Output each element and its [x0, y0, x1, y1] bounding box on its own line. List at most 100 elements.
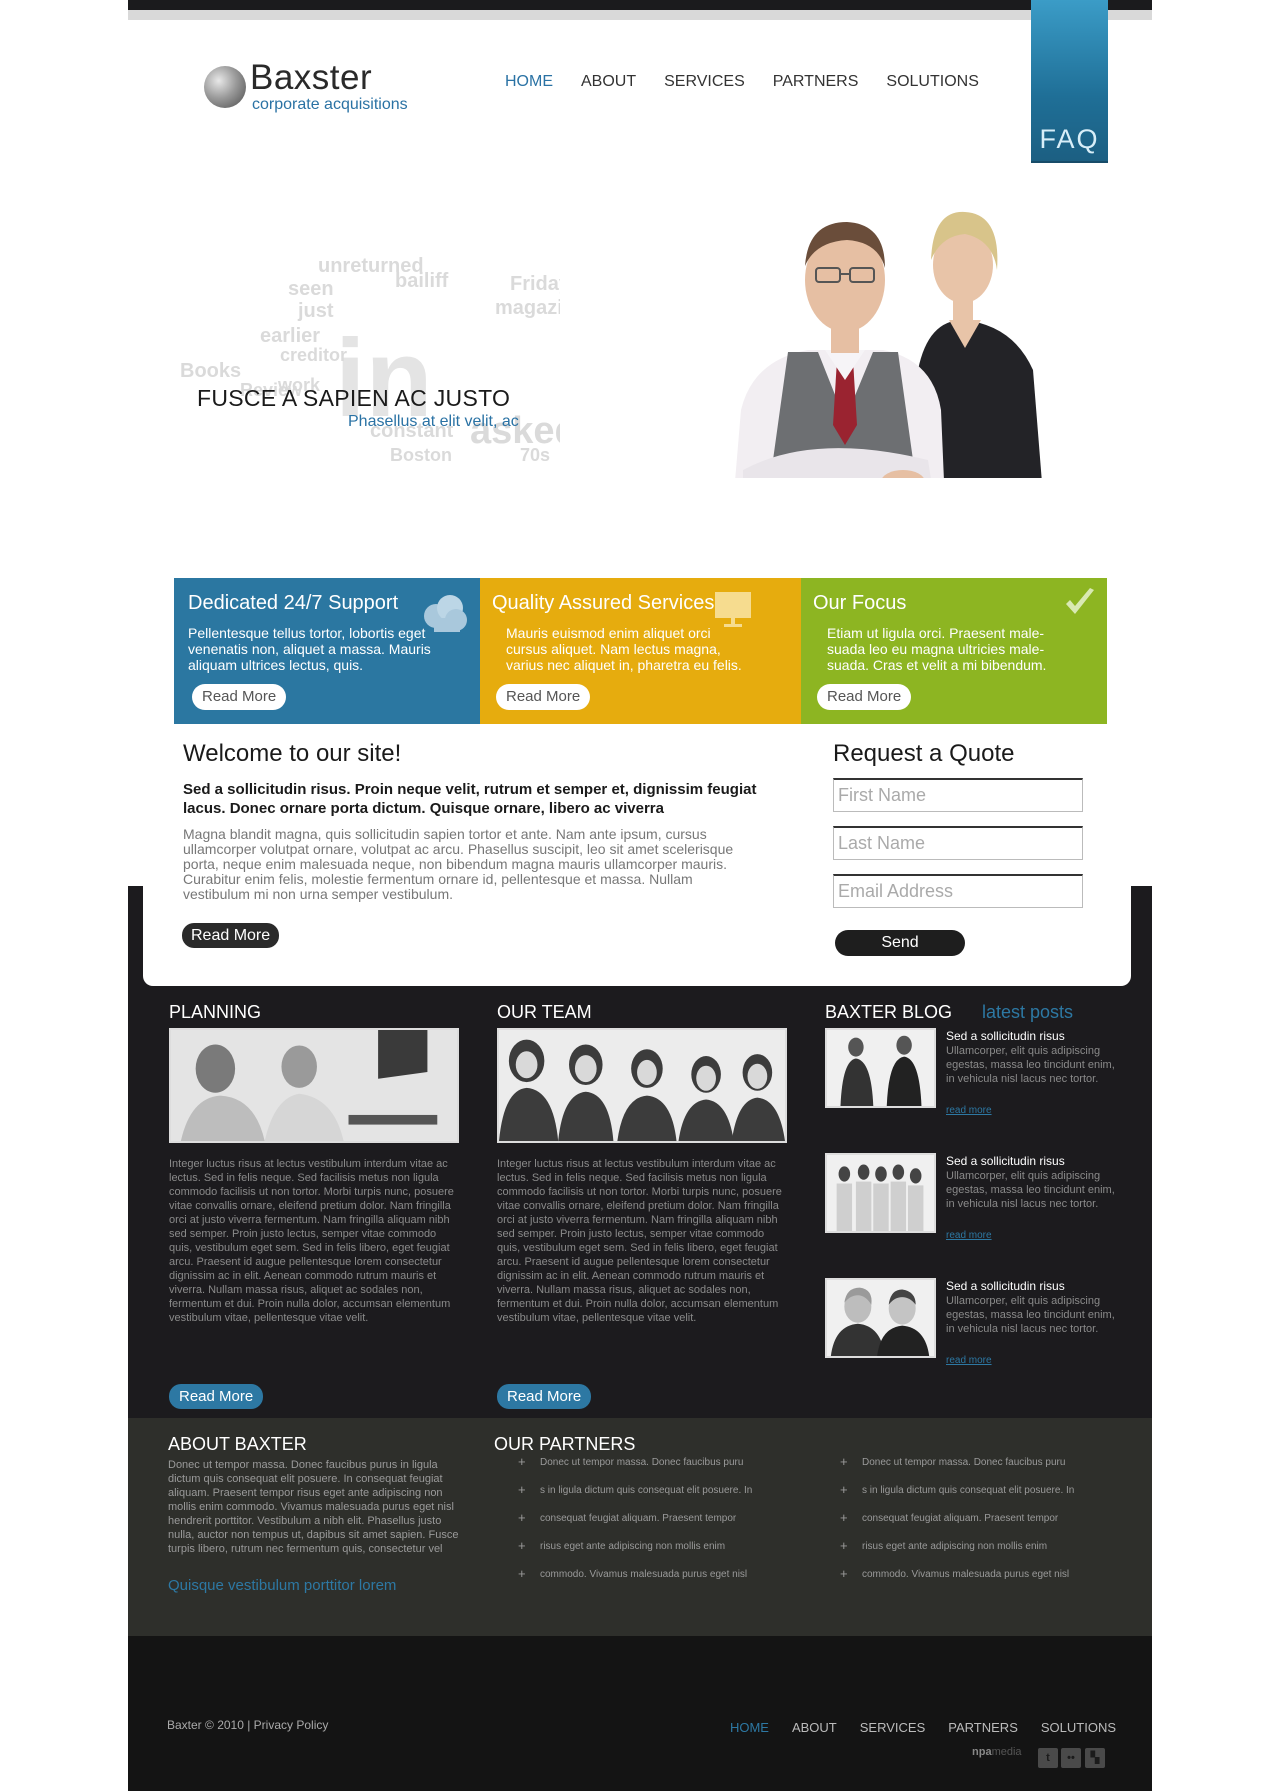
footer-nav-partners[interactable]: PARTNERS [948, 1720, 1018, 1735]
blog-post-read-more-link[interactable]: read more [946, 1105, 992, 1116]
logo-globe-icon[interactable] [204, 66, 246, 108]
footer-nav-about[interactable]: ABOUT [792, 1720, 837, 1735]
copyright-text[interactable]: Baxter © 2010 | Privacy Policy [167, 1718, 328, 1732]
welcome-lead-text: Sed a sollicitudin risus. Proin neque ve… [183, 781, 757, 817]
faq-label[interactable]: FAQ [1031, 124, 1108, 155]
list-item[interactable]: + commodo. Vivamus malesuada purus eget n… [838, 1566, 1074, 1597]
feature-support-text: Pellentesque tellus tortor, lobortis ege… [188, 625, 431, 673]
quote-title: Request a Quote [833, 740, 1015, 767]
plus-icon: + [840, 1454, 848, 1469]
hero-title: FUSCE A SAPIEN AC JUSTO [197, 385, 511, 411]
email-field[interactable] [833, 874, 1083, 908]
top-bar [128, 0, 1152, 10]
blog-title: BAXTER BLOG [825, 1002, 953, 1022]
feature-focus-read-more-button[interactable]: Read More [817, 684, 912, 710]
send-button[interactable]: Send [835, 930, 965, 956]
list-item[interactable]: + risus eget ante adipiscing non mollis e… [516, 1538, 752, 1569]
feature-focus-title: Our Focus [813, 592, 907, 614]
footer-bottom [128, 1636, 1152, 1791]
feature-quality-title: Quality Assured Services [492, 592, 715, 614]
feature-quality: Quality Assured Services Mauris euismod … [480, 578, 821, 724]
blog-post-thumbnail[interactable] [825, 1278, 936, 1358]
last-name-field[interactable] [833, 826, 1083, 860]
planning-title: PLANNING [169, 1002, 262, 1022]
list-item[interactable]: + s in ligula dictum quis consequat elit … [516, 1482, 752, 1513]
plus-icon: + [840, 1482, 848, 1497]
partners-title: OUR PARTNERS [494, 1434, 636, 1454]
logo-tagline: corporate acquisitions [252, 96, 408, 113]
list-item[interactable]: + s in ligula dictum quis consequat elit … [838, 1482, 1074, 1513]
footer-nav-services[interactable]: SERVICES [860, 1720, 926, 1735]
planning-meeting-image [169, 1028, 459, 1143]
nav-about[interactable]: ABOUT [581, 73, 636, 91]
plus-icon: + [518, 1482, 526, 1497]
top-gray-strip [128, 10, 1152, 20]
blog-subtitle[interactable]: latest posts [982, 1002, 1073, 1023]
planning-read-more-button[interactable]: Read More [169, 1384, 264, 1409]
faq-ribbon[interactable]: FAQ [1031, 0, 1108, 163]
plus-icon: + [518, 1566, 526, 1581]
welcome-title: Welcome to our site! [183, 740, 402, 767]
flickr-icon[interactable]: •• [1061, 1748, 1081, 1768]
twitter-icon[interactable]: t [1038, 1748, 1058, 1768]
first-name-field[interactable] [833, 778, 1083, 812]
footer-nav: HOME ABOUT SERVICES PARTNERS SOLUTIONS [730, 1720, 1116, 1735]
team-photo-image [497, 1028, 787, 1143]
nav-services[interactable]: SERVICES [664, 73, 745, 91]
main-nav: HOME ABOUT SERVICES PARTNERS SOLUTIONS [505, 73, 979, 91]
blog-post-thumbnail[interactable] [825, 1153, 936, 1233]
welcome-body-text: Magna blandit magna, quis sollicitudin s… [183, 826, 734, 902]
checkmark-icon [1066, 588, 1094, 614]
blog-post-excerpt: Ullamcorper, elit quis adipiscing egesta… [946, 1170, 1115, 1210]
plus-icon: + [840, 1538, 848, 1553]
about-title: ABOUT BAXTER [168, 1434, 307, 1454]
blog-post-read-more-link[interactable]: read more [946, 1355, 992, 1366]
partners-list-right: + Donec ut tempor massa. Donec faucibus p… [838, 1454, 1074, 1597]
list-item[interactable]: + Donec ut tempor massa. Donec faucibus p… [516, 1454, 752, 1485]
blog-post-excerpt: Ullamcorper, elit quis adipiscing egesta… [946, 1295, 1115, 1335]
planning-text: Integer luctus risus at lectus vestibulu… [169, 1158, 454, 1324]
logo-name[interactable]: Baxster [250, 58, 372, 98]
hero-subtitle: Phasellus at elit velit, ac [348, 413, 519, 430]
list-item[interactable]: + risus eget ante adipiscing non mollis e… [838, 1538, 1074, 1569]
blog-post-title[interactable]: Sed a sollicitudin risus [946, 1154, 1065, 1168]
plus-icon: + [840, 1566, 848, 1581]
footer-nav-home[interactable]: HOME [730, 1720, 769, 1735]
blog-post-thumbnail[interactable] [825, 1028, 936, 1108]
nav-home[interactable]: HOME [505, 73, 553, 91]
nav-partners[interactable]: PARTNERS [773, 73, 859, 91]
page-wrapper: Baxster corporate acquisitions HOME ABOU… [128, 0, 1152, 1791]
plus-icon: + [840, 1510, 848, 1525]
partners-list-left: + Donec ut tempor massa. Donec faucibus p… [516, 1454, 752, 1597]
our-team-text: Integer luctus risus at lectus vestibulu… [497, 1158, 782, 1324]
feature-quality-read-more-button[interactable]: Read More [496, 684, 591, 710]
about-link[interactable]: Quisque vestibulum porttitor lorem [168, 1577, 396, 1594]
welcome-read-more-button[interactable]: Read More [182, 923, 280, 948]
plus-icon: + [518, 1454, 526, 1469]
feature-support: Dedicated 24/7 Support Pellentesque tell… [174, 578, 500, 724]
npamedia-credit-logo[interactable]: npamedia [972, 1746, 1022, 1758]
list-item[interactable]: + consequat feugiat aliquam. Praesent tem… [838, 1510, 1074, 1541]
blog-post-title[interactable]: Sed a sollicitudin risus [946, 1029, 1065, 1043]
feature-quality-text: Mauris euismod enim aliquet orci cursus … [506, 625, 742, 673]
feature-support-read-more-button[interactable]: Read More [192, 684, 287, 710]
plus-icon: + [518, 1538, 526, 1553]
list-item[interactable]: + Donec ut tempor massa. Donec faucibus p… [838, 1454, 1074, 1485]
our-team-read-more-button[interactable]: Read More [497, 1384, 592, 1409]
about-text: Donec ut tempor massa. Donec faucibus pu… [168, 1459, 459, 1555]
nav-solutions[interactable]: SOLUTIONS [886, 73, 978, 91]
feature-focus-text: Etiam ut ligula orci. Praesent male-suad… [827, 625, 1047, 673]
list-item[interactable]: + consequat feugiat aliquam. Praesent tem… [516, 1510, 752, 1541]
feature-support-title: Dedicated 24/7 Support [188, 592, 399, 614]
our-team-title: OUR TEAM [497, 1002, 592, 1022]
list-item[interactable]: + commodo. Vivamus malesuada purus eget n… [516, 1566, 752, 1597]
presentation-board-icon [715, 592, 751, 627]
blog-post-title[interactable]: Sed a sollicitudin risus [946, 1279, 1065, 1293]
feature-focus: Our Focus Etiam ut ligula orci. Praesent… [801, 578, 1107, 724]
blog-post-excerpt: Ullamcorper, elit quis adipiscing egesta… [946, 1045, 1115, 1085]
footer-nav-solutions[interactable]: SOLUTIONS [1041, 1720, 1116, 1735]
blog-post-read-more-link[interactable]: read more [946, 1230, 992, 1241]
plus-icon: + [518, 1510, 526, 1525]
delicious-icon[interactable]: ▚ [1085, 1748, 1105, 1768]
main-content-card [143, 478, 1131, 986]
